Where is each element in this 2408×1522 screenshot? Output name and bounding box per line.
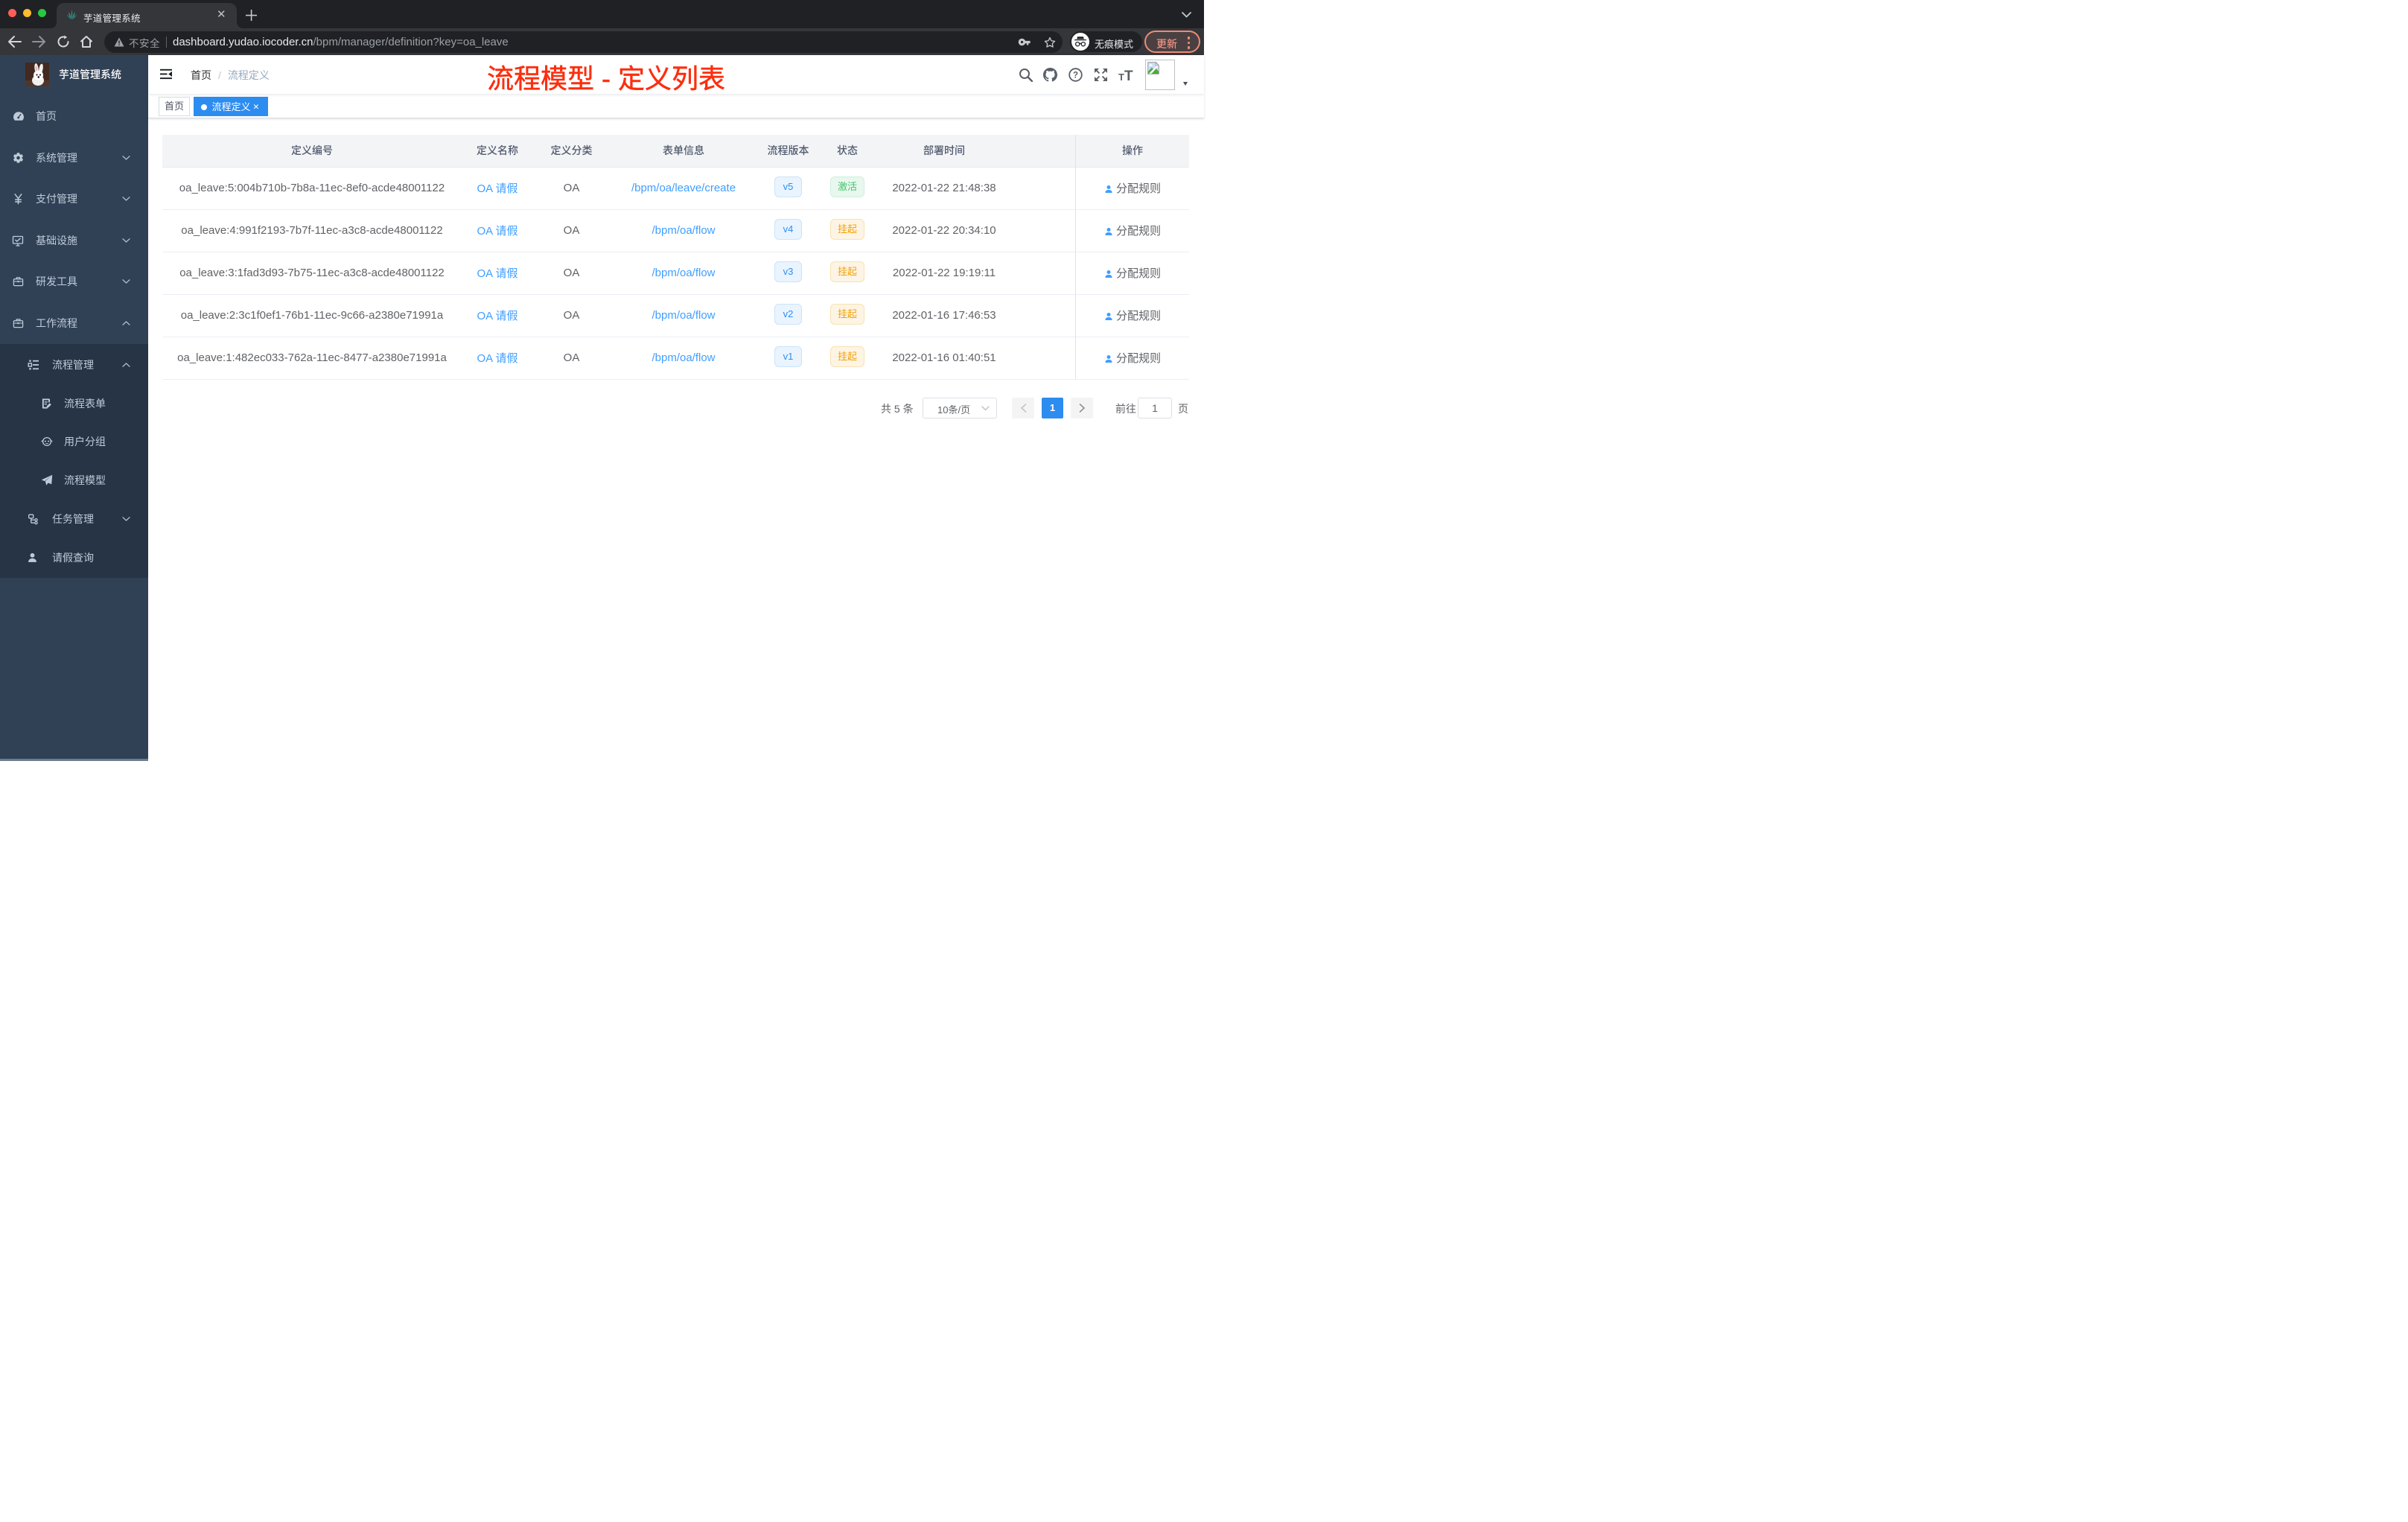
svg-text:T: T: [1124, 69, 1133, 82]
svg-text:T: T: [1118, 71, 1124, 82]
svg-text:?: ?: [1073, 71, 1078, 80]
